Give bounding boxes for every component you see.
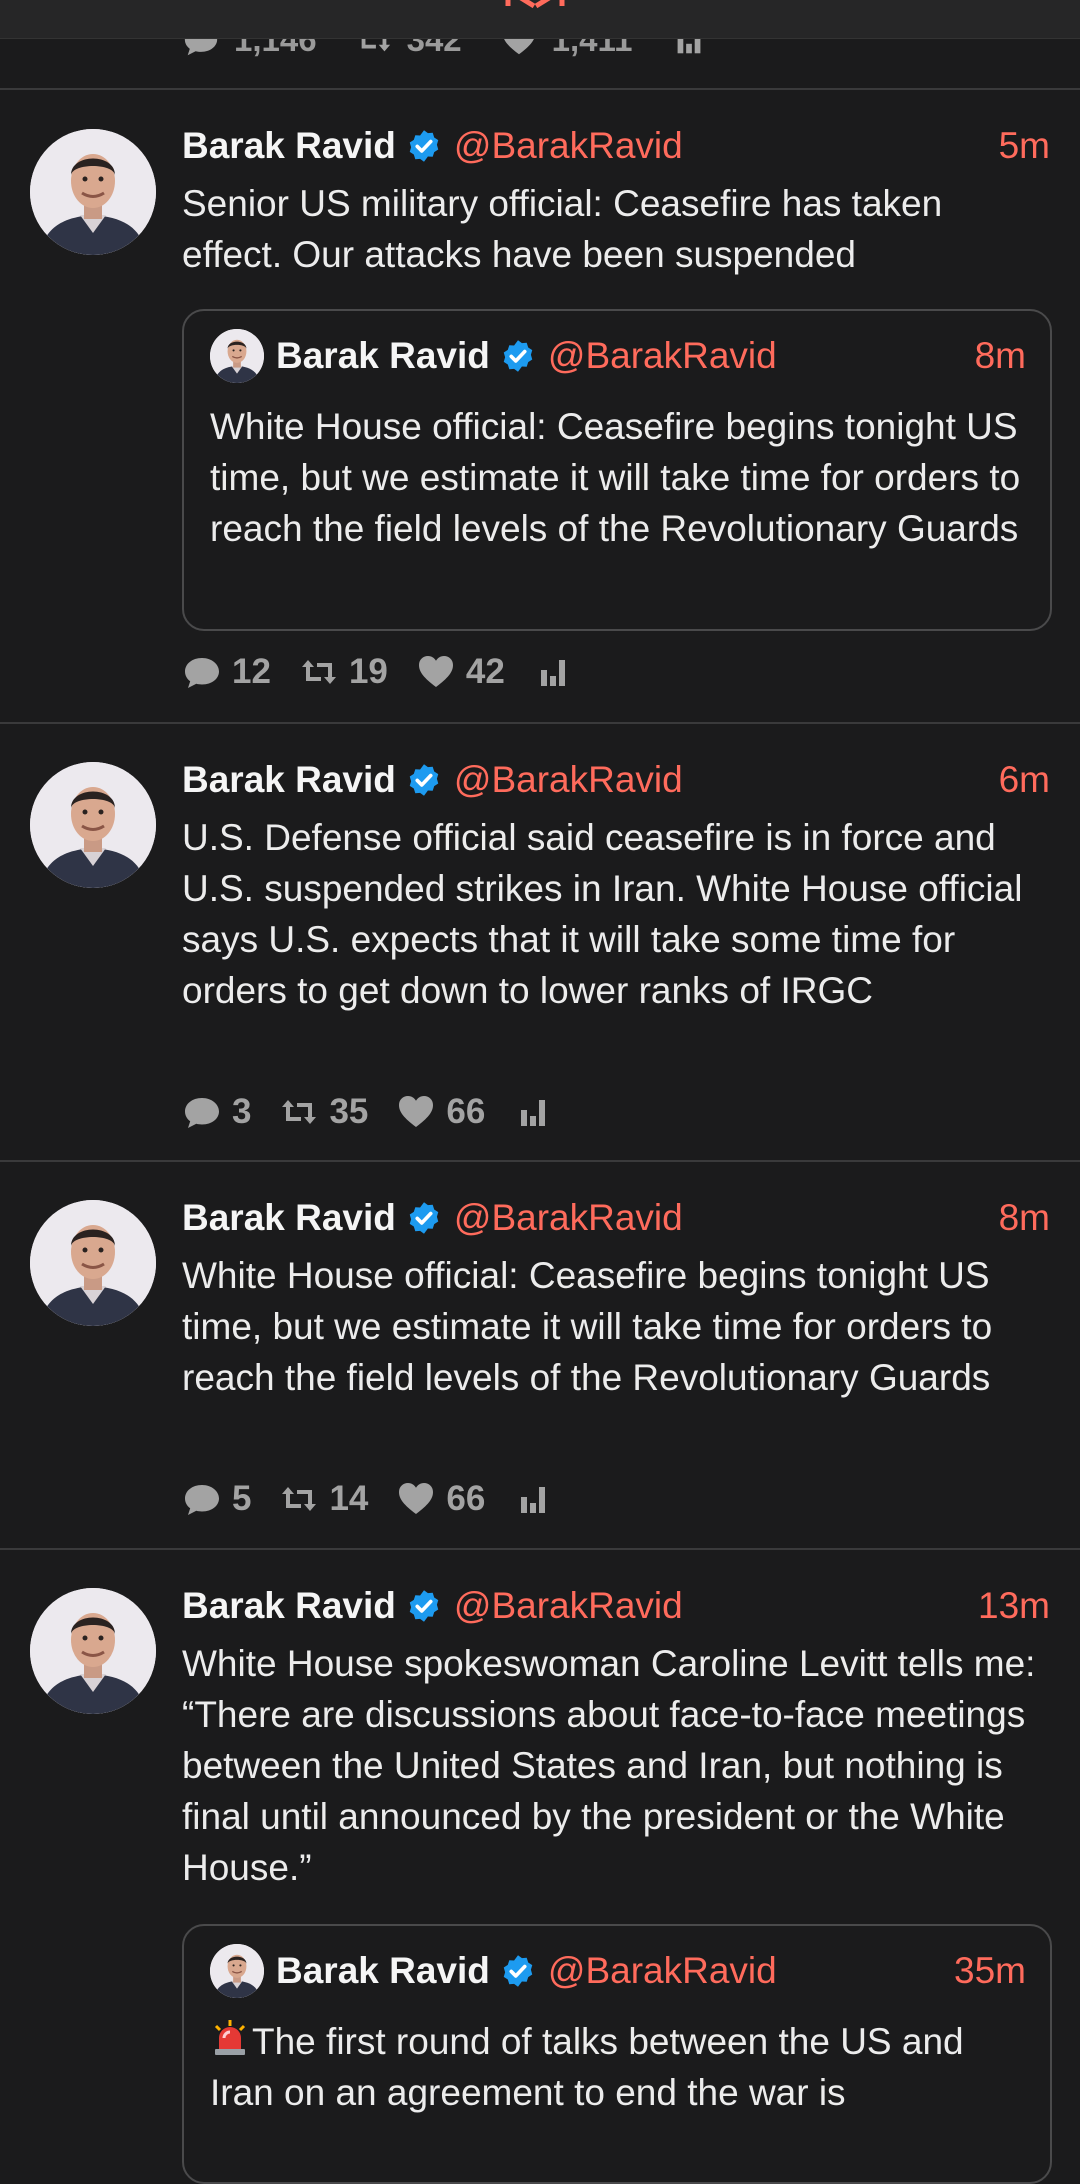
author-name[interactable]: Barak Ravid [182, 759, 396, 801]
tweet-header: Barak Ravid @BarakRavid 8m [182, 1193, 1050, 1243]
quoted-text: The first round of talks between the US … [210, 2021, 964, 2113]
quoted-tweet[interactable]: Barak Ravid @BarakRavid 35m The first ro… [182, 1924, 1052, 2184]
verified-icon [500, 338, 536, 374]
app-logo-icon [505, 0, 565, 9]
quoted-text: White House official: Ceasefire begins t… [210, 406, 1021, 549]
verified-icon [406, 1200, 442, 1236]
retweet-button[interactable]: 35 [279, 1092, 368, 1132]
tweet-actions: 3 35 66 [182, 1090, 553, 1134]
author-handle[interactable]: @BarakRavid [454, 125, 683, 167]
retweet-button[interactable]: 19 [299, 652, 388, 692]
tweet-item[interactable]: Barak Ravid @BarakRavid 8m White House o… [0, 1160, 1080, 1550]
stats-icon [533, 652, 573, 692]
like-icon [416, 652, 456, 692]
avatar[interactable] [30, 1588, 156, 1714]
tweet-text: U.S. Defense official said ceasefire is … [182, 817, 1023, 1011]
author-name[interactable]: Barak Ravid [182, 125, 396, 167]
top-app-bar [0, 0, 1080, 39]
stats-button[interactable] [533, 652, 573, 692]
like-button[interactable]: 42 [416, 652, 505, 692]
verified-icon [406, 1588, 442, 1624]
quoted-author-handle: @BarakRavid [547, 335, 777, 376]
tweet-item[interactable]: Barak Ravid @BarakRavid 6m U.S. Defense … [0, 722, 1080, 1162]
retweet-button[interactable]: 14 [279, 1479, 368, 1519]
reply-button[interactable]: 12 [182, 652, 271, 692]
like-button[interactable]: 66 [396, 1092, 485, 1132]
avatar[interactable] [30, 1200, 156, 1326]
tweet-actions: 5 14 66 [182, 1477, 553, 1521]
quoted-avatar [210, 1944, 264, 1998]
retweet-icon [279, 1092, 319, 1132]
verified-icon [406, 762, 442, 798]
tweet-time[interactable]: 13m [978, 1585, 1050, 1627]
author-handle[interactable]: @BarakRavid [454, 759, 683, 801]
reply-count: 3 [232, 1092, 252, 1131]
quoted-header: Barak Ravid @BarakRavid 35m [276, 1946, 1026, 1996]
tweet-text: Senior US military official: Ceasefire h… [182, 183, 943, 275]
avatar[interactable] [30, 129, 156, 255]
siren-icon [214, 2020, 246, 2055]
quoted-tweet[interactable]: Barak Ravid @BarakRavid 8m White House o… [182, 309, 1052, 631]
retweet-count: 14 [329, 1479, 369, 1518]
reply-icon [182, 1092, 222, 1132]
retweet-count: 35 [329, 1092, 369, 1131]
quoted-author-handle: @BarakRavid [547, 1950, 777, 1991]
like-count: 66 [446, 1092, 486, 1131]
reply-button[interactable]: 5 [182, 1479, 251, 1519]
quoted-header: Barak Ravid @BarakRavid 8m [276, 331, 1026, 381]
tweet-actions: 12 19 42 [182, 650, 573, 694]
retweet-icon [299, 652, 339, 692]
tweet-text: White House official: Ceasefire begins t… [182, 1255, 993, 1398]
verified-icon [500, 1953, 536, 1989]
tweet-time[interactable]: 5m [999, 125, 1050, 167]
author-name[interactable]: Barak Ravid [182, 1585, 396, 1627]
verified-icon [406, 128, 442, 164]
quoted-time: 35m [954, 1950, 1026, 1991]
reply-count: 12 [232, 652, 271, 691]
quoted-avatar [210, 329, 264, 383]
tweet-time[interactable]: 6m [999, 759, 1050, 801]
like-button[interactable]: 66 [396, 1479, 485, 1519]
like-count: 42 [465, 652, 505, 691]
author-name[interactable]: Barak Ravid [182, 1197, 396, 1239]
author-handle[interactable]: @BarakRavid [454, 1585, 683, 1627]
retweet-icon [279, 1479, 319, 1519]
quoted-text-container: The first round of talks between the US … [210, 2016, 1026, 2118]
quoted-time: 8m [974, 335, 1026, 376]
avatar[interactable] [30, 762, 156, 888]
quoted-author-name: Barak Ravid [276, 335, 490, 376]
tweet-header: Barak Ravid @BarakRavid 13m [182, 1581, 1050, 1631]
like-icon [396, 1479, 436, 1519]
tweet-item[interactable]: Barak Ravid @BarakRavid 13m White House … [0, 1548, 1080, 2184]
stats-button[interactable] [513, 1092, 553, 1132]
tweet-time[interactable]: 8m [999, 1197, 1050, 1239]
reply-count: 5 [232, 1479, 252, 1518]
like-icon [396, 1092, 436, 1132]
stats-button[interactable] [513, 1479, 553, 1519]
reply-button[interactable]: 3 [182, 1092, 251, 1132]
quoted-author-name: Barak Ravid [276, 1950, 490, 1991]
tweet-header: Barak Ravid @BarakRavid 6m [182, 755, 1050, 805]
retweet-count: 19 [348, 652, 388, 691]
stats-icon [513, 1479, 553, 1519]
tweet-header: Barak Ravid @BarakRavid 5m [182, 121, 1050, 171]
reply-icon [182, 652, 222, 692]
tweet-item[interactable]: Barak Ravid @BarakRavid 5m Senior US mil… [0, 88, 1080, 724]
stats-icon [513, 1092, 553, 1132]
like-count: 66 [446, 1479, 486, 1518]
tweet-text: White House spokeswoman Caroline Levitt … [182, 1643, 1036, 1888]
author-handle[interactable]: @BarakRavid [454, 1197, 683, 1239]
reply-icon [182, 1479, 222, 1519]
